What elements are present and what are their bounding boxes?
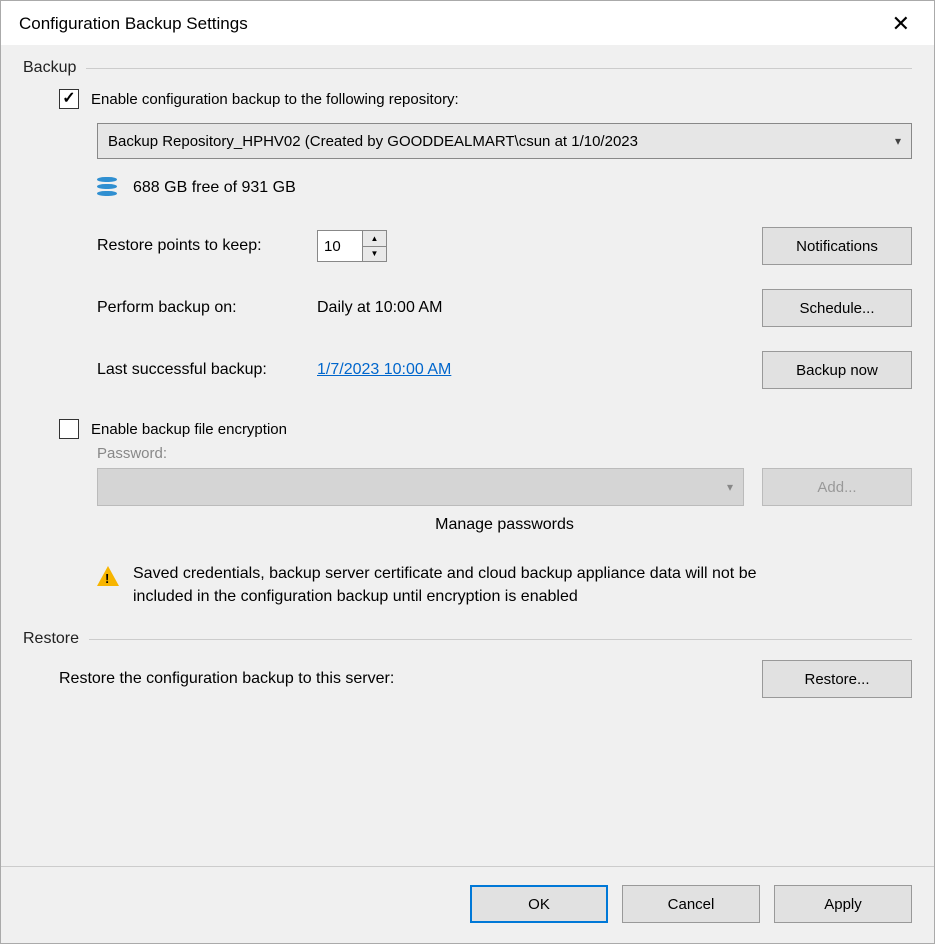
last-backup-row: Last successful backup: 1/7/2023 10:00 A… xyxy=(97,351,912,389)
notifications-button[interactable]: Notifications xyxy=(762,227,912,265)
chevron-down-icon: ▾ xyxy=(727,480,733,494)
restore-points-spinner[interactable]: ▲ ▼ xyxy=(317,230,387,262)
restore-points-input[interactable] xyxy=(318,231,362,261)
last-backup-link[interactable]: 1/7/2023 10:00 AM xyxy=(317,361,451,378)
restore-group-text: Restore xyxy=(23,630,79,648)
password-section: Password: ▾ Add... Manage passwords xyxy=(97,445,912,562)
dialog-title: Configuration Backup Settings xyxy=(19,14,248,34)
free-space-row: 688 GB free of 931 GB xyxy=(97,177,912,199)
encrypt-checkbox[interactable] xyxy=(59,419,79,439)
add-password-button: Add... xyxy=(762,468,912,506)
close-icon: ✕ xyxy=(892,11,910,36)
dialog-body: Backup Enable configuration backup to th… xyxy=(1,45,934,943)
restore-group-label: Restore xyxy=(23,630,912,648)
enable-backup-checkbox[interactable] xyxy=(59,89,79,109)
backup-group-label: Backup xyxy=(23,59,912,77)
close-button[interactable]: ✕ xyxy=(882,11,920,37)
warning-row: Saved credentials, backup server certifi… xyxy=(97,562,912,608)
encrypt-row: Enable backup file encryption xyxy=(59,419,912,439)
repository-row: Backup Repository_HPHV02 (Created by GOO… xyxy=(97,123,912,159)
cancel-button[interactable]: Cancel xyxy=(622,885,760,923)
warning-icon xyxy=(97,566,119,586)
ok-button[interactable]: OK xyxy=(470,885,608,923)
footer-divider xyxy=(1,866,934,867)
titlebar: Configuration Backup Settings ✕ xyxy=(1,1,934,45)
restore-points-row: Restore points to keep: ▲ ▼ Notification… xyxy=(97,227,912,265)
perform-label: Perform backup on: xyxy=(97,299,317,317)
footer: OK Cancel Apply xyxy=(23,885,912,933)
restore-row: Restore the configuration backup to this… xyxy=(59,660,912,698)
dialog-window: Configuration Backup Settings ✕ Backup E… xyxy=(0,0,935,944)
warning-text: Saved credentials, backup server certifi… xyxy=(133,562,773,608)
schedule-button[interactable]: Schedule... xyxy=(762,289,912,327)
password-label: Password: xyxy=(97,445,912,462)
free-space-text: 688 GB free of 931 GB xyxy=(133,179,296,197)
spinner-up-icon[interactable]: ▲ xyxy=(363,231,386,247)
repository-value: Backup Repository_HPHV02 (Created by GOO… xyxy=(108,133,638,150)
enable-backup-row: Enable configuration backup to the follo… xyxy=(59,89,912,109)
divider xyxy=(86,68,912,69)
manage-passwords-link[interactable]: Manage passwords xyxy=(205,516,805,534)
restore-text: Restore the configuration backup to this… xyxy=(59,670,394,688)
restore-button[interactable]: Restore... xyxy=(762,660,912,698)
enable-backup-label: Enable configuration backup to the follo… xyxy=(91,91,459,108)
backup-now-button[interactable]: Backup now xyxy=(762,351,912,389)
chevron-down-icon: ▾ xyxy=(895,134,901,148)
last-backup-label: Last successful backup: xyxy=(97,361,317,379)
apply-button[interactable]: Apply xyxy=(774,885,912,923)
encrypt-label: Enable backup file encryption xyxy=(91,421,287,438)
perform-row: Perform backup on: Daily at 10:00 AM Sch… xyxy=(97,289,912,327)
perform-value: Daily at 10:00 AM xyxy=(317,299,762,317)
divider xyxy=(89,639,912,640)
repository-dropdown[interactable]: Backup Repository_HPHV02 (Created by GOO… xyxy=(97,123,912,159)
password-dropdown: ▾ xyxy=(97,468,744,506)
restore-points-label: Restore points to keep: xyxy=(97,237,317,255)
disk-icon xyxy=(97,177,119,199)
spinner-down-icon[interactable]: ▼ xyxy=(363,247,386,262)
backup-group-text: Backup xyxy=(23,59,76,77)
